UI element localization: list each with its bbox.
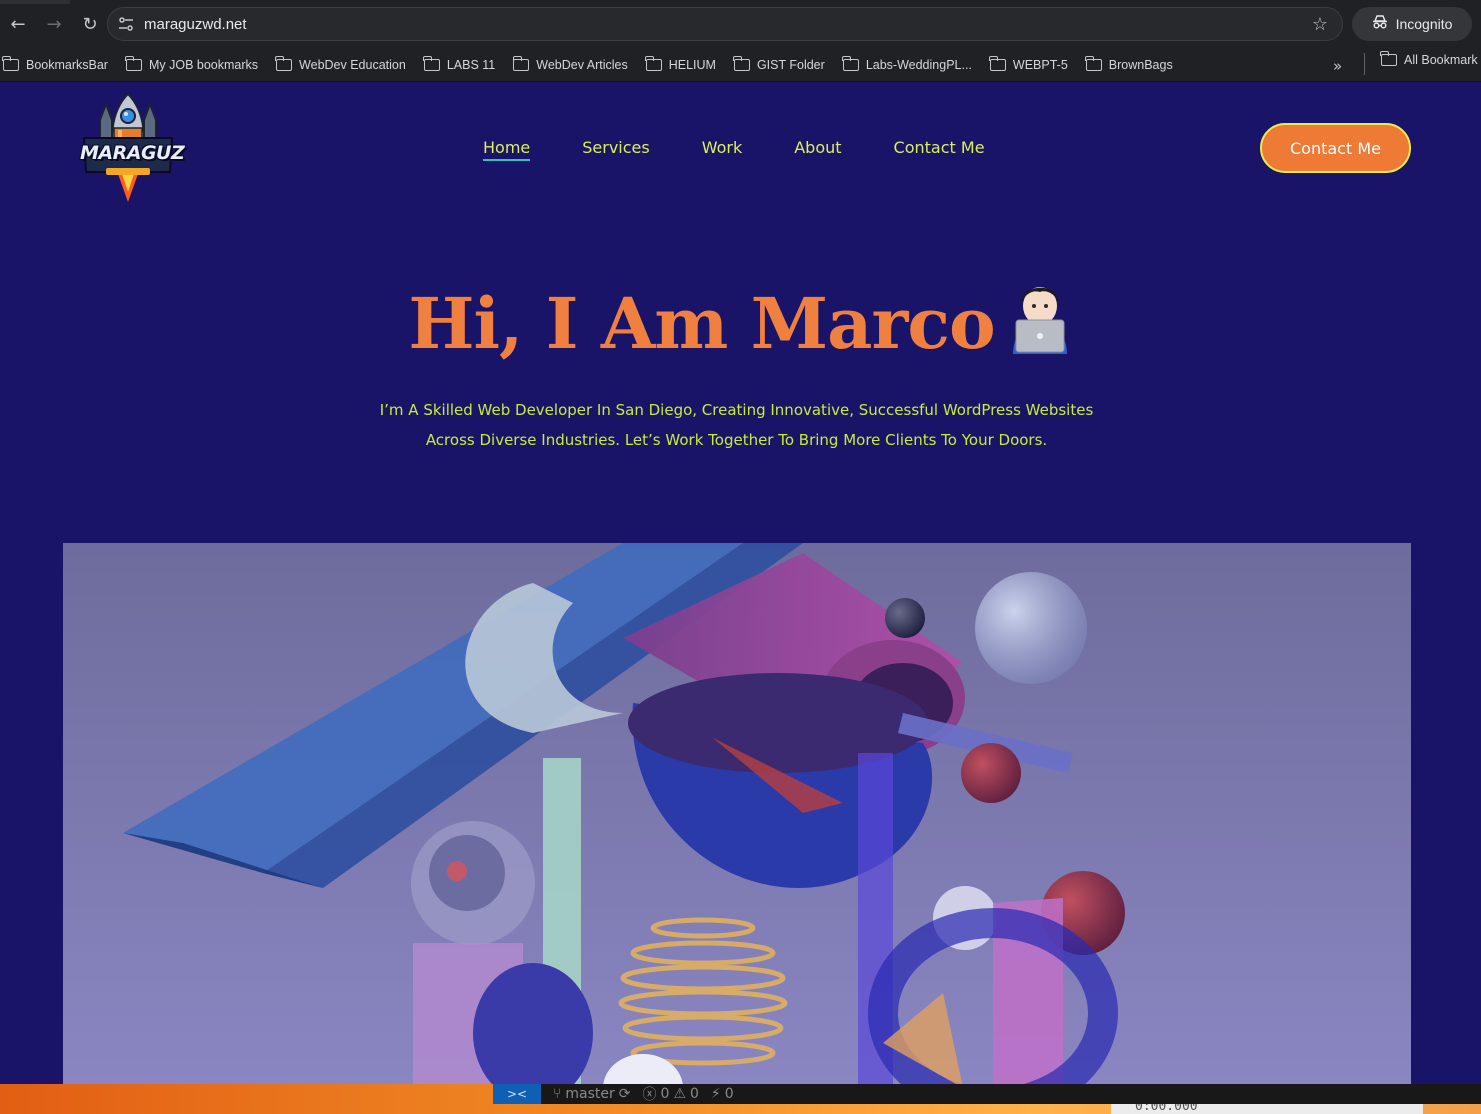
bookmark-star-icon[interactable]: ☆ — [1312, 14, 1328, 35]
problems-status[interactable]: ⓧ 0 ⚠ 0 — [643, 1084, 699, 1104]
bookmark-label: LABS 11 — [446, 57, 496, 72]
reload-icon[interactable]: ↻ — [72, 6, 108, 42]
bookmark-folder[interactable]: WebDev Education — [275, 55, 406, 72]
bookmark-folder[interactable]: BrownBags — [1085, 55, 1173, 72]
ports-status[interactable]: ⚡ 0 — [711, 1086, 734, 1102]
error-icon: ⓧ — [642, 1087, 657, 1103]
bookmark-folder[interactable]: WebDev Articles — [512, 55, 628, 72]
web-page: MARAGUZ Home Services Work About Contact… — [0, 82, 1481, 1084]
branch-name: master — [565, 1086, 615, 1102]
folder-icon — [423, 55, 440, 71]
bookmark-label: WebDev Education — [299, 57, 406, 72]
logo-ribbon — [106, 168, 150, 175]
bookmark-folder[interactable]: WEBPT-5 — [989, 55, 1068, 72]
bookmark-label: BookmarksBar — [26, 57, 108, 72]
bookmark-label: WebDev Articles — [536, 57, 628, 72]
bookmark-folder[interactable]: My JOB bookmarks — [125, 55, 259, 72]
bookmark-folder[interactable]: Labs-WeddingPL... — [842, 55, 972, 72]
site-logo[interactable]: MARAGUZ — [80, 92, 185, 204]
folder-icon — [125, 55, 142, 71]
forward-icon[interactable]: → — [36, 6, 72, 42]
nav-work-link[interactable]: Work — [702, 138, 743, 161]
bookmark-label: My JOB bookmarks — [148, 57, 259, 72]
developer-laptop-emoji-icon — [1007, 278, 1073, 354]
bookmark-folder[interactable]: HELIUM — [645, 55, 716, 72]
ports-icon: ⚡ — [710, 1086, 721, 1102]
nav-contact-link[interactable]: Contact Me — [894, 138, 985, 161]
hero-title-text: Hi, I Am Marco — [408, 282, 995, 365]
incognito-label: Incognito — [1395, 16, 1453, 32]
folder-icon — [275, 55, 293, 71]
hero-subtitle: I’m A Skilled Web Developer In San Diego… — [340, 395, 1133, 455]
logo-wordmark: MARAGUZ — [80, 142, 185, 164]
all-bookmarks-folder[interactable]: All Bookmark — [1380, 51, 1478, 67]
bookmark-label: HELIUM — [668, 57, 716, 72]
error-count: 0 — [660, 1086, 670, 1102]
hero-3d-abstract-image — [63, 543, 1411, 1084]
bookmark-label: GIST Folder — [756, 57, 825, 72]
bookmarks-bar: BookmarksBar My JOB bookmarks WebDev Edu… — [0, 48, 1481, 82]
nav-services-link[interactable]: Services — [582, 138, 649, 161]
nav-about-link[interactable]: About — [794, 138, 841, 161]
bookmark-folder[interactable]: BookmarksBar — [2, 55, 108, 72]
git-branch-icon: ⑂ — [553, 1086, 562, 1102]
tab-strip-edge — [0, 0, 70, 4]
browser-toolbar: ← → ↻ maraguzwd.net ☆ Incognito — [0, 0, 1481, 48]
bookmark-label: BrownBags — [1108, 57, 1173, 72]
hero-subtitle-line: Across Diverse Industries. Let’s Work To… — [425, 431, 1048, 449]
incognito-icon — [1372, 15, 1388, 33]
sync-icon: ⟳ — [618, 1086, 631, 1102]
folder-icon — [842, 55, 859, 71]
main-navigation: Home Services Work About Contact Me — [483, 138, 1037, 161]
hero-subtitle-line: I’m A Skilled Web Developer In San Diego… — [379, 401, 1094, 419]
folder-icon — [989, 55, 1006, 71]
folder-icon — [645, 55, 662, 71]
branch-status[interactable]: ⑂ master ⟳ — [553, 1086, 631, 1102]
ports-count: 0 — [724, 1086, 734, 1102]
timer-panel: 0:00.000 — [1111, 1104, 1423, 1114]
nav-home-link[interactable]: Home — [483, 138, 531, 161]
editor-status-bar: >< ⑂ master ⟳ ⓧ 0 ⚠ 0 ⚡ 0 — [493, 1084, 1481, 1104]
warning-icon: ⚠ — [673, 1086, 686, 1102]
bookmark-folder[interactable]: LABS 11 — [423, 55, 496, 72]
address-bar[interactable]: maraguzwd.net ☆ — [107, 7, 1343, 41]
all-bookmarks-label: All Bookmark — [1404, 53, 1478, 67]
site-info-icon[interactable] — [108, 17, 144, 31]
folder-icon — [1380, 51, 1397, 66]
contact-me-button[interactable]: Contact Me — [1260, 123, 1411, 173]
url-text[interactable]: maraguzwd.net — [144, 16, 247, 33]
bookmarks-overflow-icon[interactable]: » — [1333, 57, 1342, 75]
folder-icon — [1085, 55, 1102, 71]
folder-icon — [2, 55, 19, 71]
warning-count: 0 — [690, 1086, 699, 1102]
folder-icon — [512, 55, 530, 71]
bookmark-label: WEBPT-5 — [1012, 57, 1068, 72]
bookmark-label: Labs-WeddingPL... — [865, 57, 972, 72]
timer-readout: 0:00.000 — [1135, 1104, 1198, 1114]
remote-indicator-icon[interactable]: >< — [493, 1084, 541, 1104]
folder-icon — [733, 55, 750, 71]
back-icon[interactable]: ← — [0, 6, 36, 42]
bookmark-folder[interactable]: GIST Folder — [733, 55, 825, 72]
incognito-profile-button[interactable]: Incognito — [1352, 7, 1472, 41]
bookmarks-divider — [1364, 53, 1365, 75]
hero-heading: Hi, I Am Marco — [0, 278, 1481, 365]
